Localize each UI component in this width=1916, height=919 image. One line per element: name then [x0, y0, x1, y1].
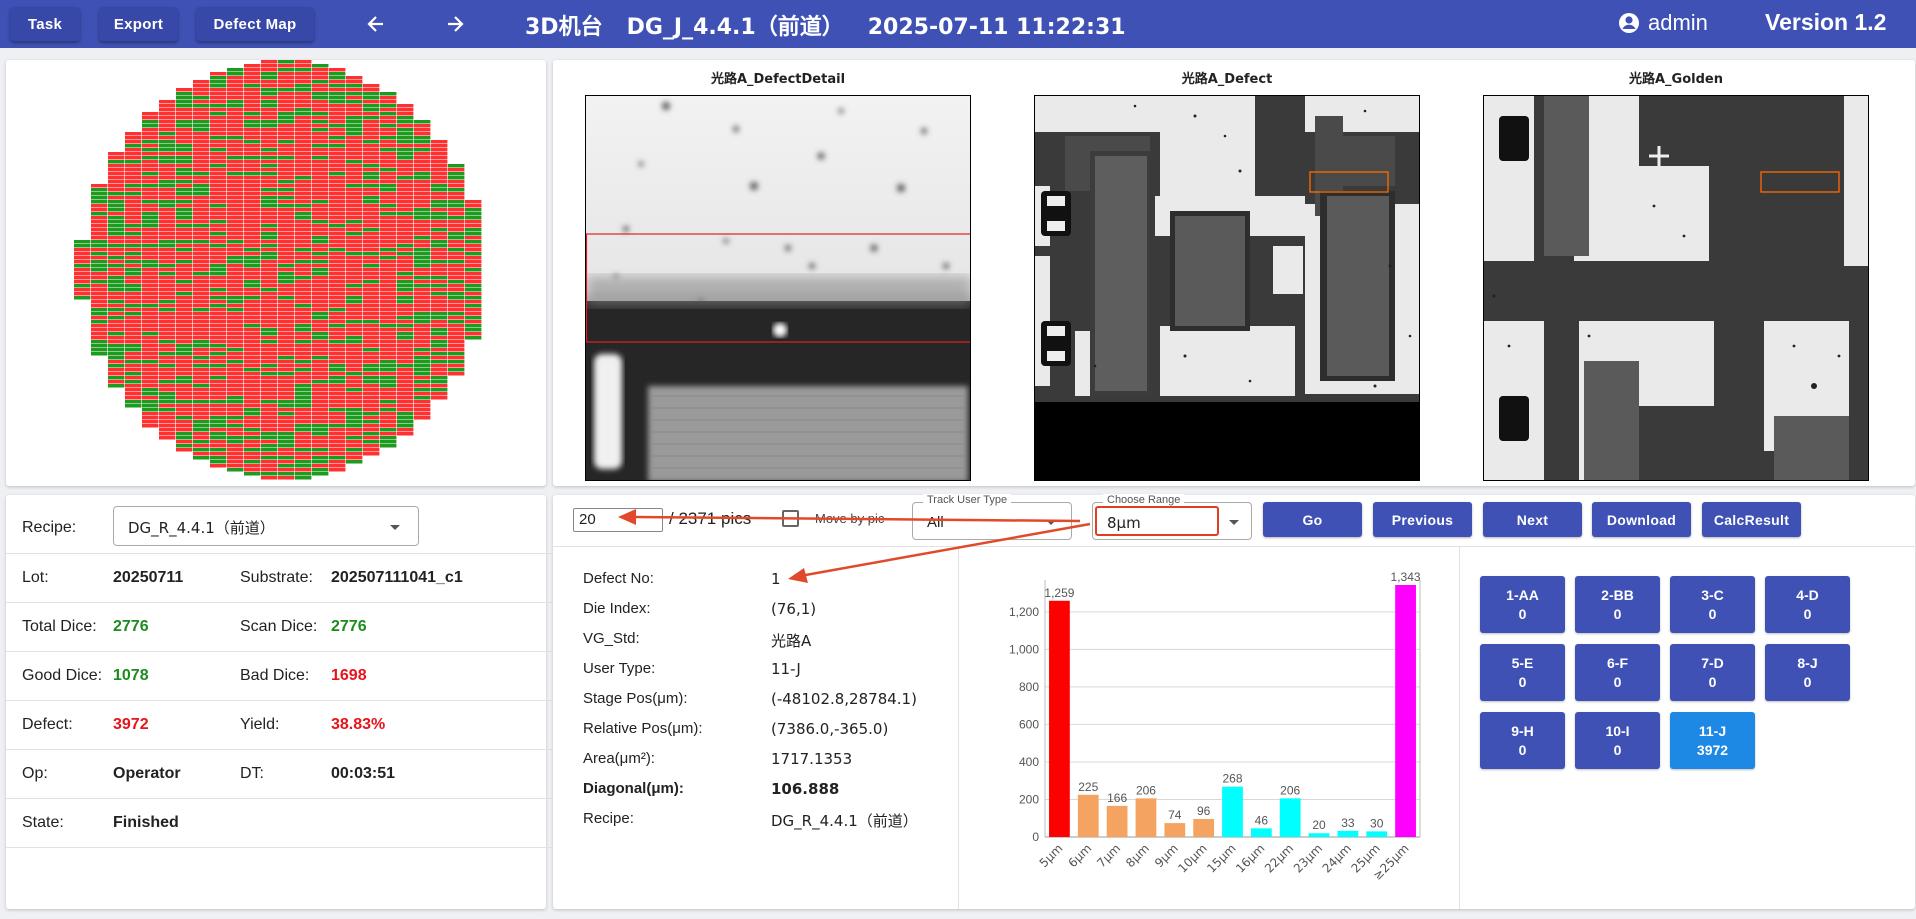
bar-value-label: 1,343 [1391, 570, 1421, 584]
detail-label: Stage Pos(μm): [583, 690, 688, 707]
category-count: 0 [1518, 673, 1527, 690]
bar[interactable] [1135, 798, 1157, 837]
x-tick-label: 22μm [1262, 841, 1296, 875]
category-button-11-j[interactable]: 11-J 3972 [1670, 712, 1755, 769]
bar[interactable] [1164, 823, 1186, 837]
category-name: 7-D [1701, 654, 1724, 671]
bar-value-label: 46 [1255, 813, 1269, 827]
category-count: 0 [1613, 741, 1622, 758]
category-button-1-aa[interactable]: 1-AA 0 [1480, 576, 1565, 633]
category-button-9-h[interactable]: 9-H 0 [1480, 712, 1565, 769]
x-tick-label: 15μm [1204, 841, 1238, 875]
category-name: 2-BB [1601, 586, 1634, 603]
x-tick-label: 6μm [1065, 841, 1094, 870]
detail-value: 光路A [771, 632, 812, 650]
category-name: 3-C [1701, 586, 1724, 603]
category-count: 3972 [1696, 741, 1729, 758]
detail-label: Diagonal(μm): [583, 780, 684, 797]
annotation-arrows [618, 509, 1091, 583]
detail-label: Defect No: [583, 570, 654, 587]
category-name: 10-I [1605, 722, 1630, 739]
bar-value-label: 206 [1136, 783, 1156, 797]
x-tick-label: 5μm [1037, 841, 1066, 870]
detail-value: 1 [771, 570, 781, 588]
bar-value-label: 166 [1107, 791, 1127, 805]
detail-value: DG_R_4.4.1（前道） [771, 812, 918, 830]
bar-value-label: 225 [1078, 780, 1098, 794]
bar[interactable] [1193, 818, 1215, 837]
category-button-10-i[interactable]: 10-I 0 [1575, 712, 1660, 769]
detail-value: (7386.0,-365.0) [771, 720, 889, 738]
bar[interactable] [1049, 600, 1070, 837]
bar[interactable] [1106, 805, 1128, 837]
category-button-7-d[interactable]: 7-D 0 [1670, 644, 1755, 701]
bar[interactable] [1395, 585, 1416, 837]
bar-value-label: 268 [1222, 772, 1242, 786]
category-count: 0 [1518, 741, 1527, 758]
x-tick-label: 16μm [1233, 841, 1267, 875]
category-button-5-e[interactable]: 5-E 0 [1480, 644, 1565, 701]
category-count: 0 [1613, 673, 1622, 690]
defect-size-chart: 0 200 400 600 800 1,000 1,200 1,259 5μm 225 6μm 166… [1009, 570, 1421, 883]
x-tick-label: 8μm [1123, 841, 1152, 870]
detail-label: VG_Std: [583, 630, 640, 647]
detail-label: Die Index: [583, 600, 651, 617]
category-button-6-f[interactable]: 6-F 0 [1575, 644, 1660, 701]
bar[interactable] [1366, 831, 1388, 837]
category-button-3-c[interactable]: 3-C 0 [1670, 576, 1755, 633]
category-name: 11-J [1698, 722, 1727, 739]
y-tick-label: 400 [1019, 755, 1039, 769]
detail-label: Recipe: [583, 810, 634, 827]
bar-value-label: 1,259 [1044, 586, 1074, 600]
category-button-4-d[interactable]: 4-D 0 [1765, 576, 1850, 633]
y-tick-label: 0 [1032, 830, 1039, 844]
detail-label: User Type: [583, 660, 656, 677]
x-tick-label: 10μm [1175, 841, 1209, 875]
category-name: 1-AA [1506, 586, 1539, 603]
bar[interactable] [1077, 794, 1099, 837]
category-name: 9-H [1511, 722, 1534, 739]
y-tick-label: 600 [1019, 717, 1039, 731]
x-tick-label: 7μm [1094, 841, 1123, 870]
bar-value-label: 96 [1197, 804, 1211, 818]
bar-value-label: 33 [1341, 816, 1355, 830]
category-count: 0 [1708, 605, 1717, 622]
y-tick-label: 1,200 [1009, 605, 1039, 619]
category-name: 8-J [1797, 654, 1818, 671]
detail-value: 106.888 [771, 780, 840, 798]
category-count: 0 [1518, 605, 1527, 622]
bar[interactable] [1337, 830, 1359, 837]
bar[interactable] [1279, 798, 1301, 837]
x-tick-label: 23μm [1291, 841, 1325, 875]
bar[interactable] [1250, 828, 1272, 837]
bar-value-label: 206 [1280, 783, 1300, 797]
detail-value: 11-J [771, 660, 801, 678]
detail-value: (-48102.8,28784.1) [771, 690, 917, 708]
y-tick-label: 1,000 [1009, 642, 1039, 656]
category-count: 0 [1803, 605, 1812, 622]
detail-label: Relative Pos(μm): [583, 720, 703, 737]
y-tick-label: 200 [1019, 792, 1039, 806]
category-count: 0 [1803, 673, 1812, 690]
bar-value-label: 20 [1312, 818, 1326, 832]
bar[interactable] [1222, 786, 1243, 837]
detail-value: (76,1) [771, 600, 817, 618]
category-name: 5-E [1511, 654, 1534, 671]
detail-value: 1717.1353 [771, 750, 853, 768]
bar-value-label: 74 [1168, 808, 1182, 822]
category-name: 4-D [1796, 586, 1819, 603]
category-button-2-bb[interactable]: 2-BB 0 [1575, 576, 1660, 633]
detail-label: Area(μm²): [583, 750, 655, 767]
x-tick-label: 24μm [1320, 841, 1354, 875]
bar-value-label: 30 [1370, 816, 1384, 830]
y-tick-label: 800 [1019, 680, 1039, 694]
category-button-8-j[interactable]: 8-J 0 [1765, 644, 1850, 701]
category-count: 0 [1708, 673, 1717, 690]
category-count: 0 [1613, 605, 1622, 622]
bar[interactable] [1308, 833, 1330, 837]
category-name: 6-F [1607, 654, 1628, 671]
